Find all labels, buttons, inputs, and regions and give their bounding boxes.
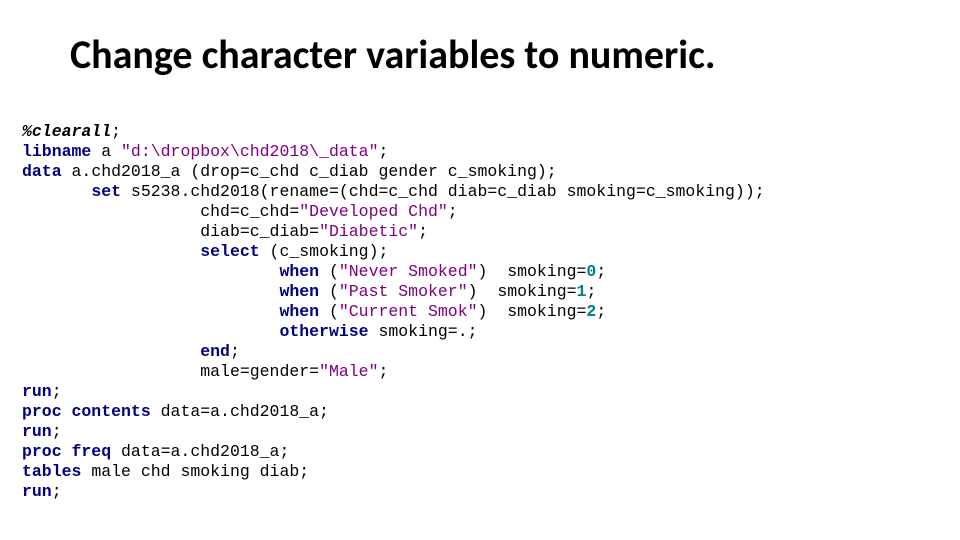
kw-set: set (91, 182, 121, 201)
kw-tables: tables (22, 462, 81, 481)
semi: ; (52, 382, 62, 401)
kw-when: when (279, 262, 319, 281)
when-post: ) smoking= (478, 302, 587, 321)
indent (22, 222, 200, 241)
indent (22, 262, 279, 281)
kw-otherwise: otherwise (279, 322, 368, 341)
male-post: ; (378, 362, 388, 381)
kw-when: when (279, 302, 319, 321)
proc-contents-rest: data=a.chd2018_a; (151, 402, 329, 421)
semi: ; (230, 342, 240, 361)
diab-post: ; (418, 222, 428, 241)
when-end: ; (586, 282, 596, 301)
indent (22, 282, 279, 301)
kw-select: select (200, 242, 259, 261)
chd-pre: chd=c_chd= (200, 202, 299, 221)
indent (22, 242, 200, 261)
diab-str: "Diabetic" (319, 222, 418, 241)
semi: ; (111, 122, 121, 141)
kw-data: data (22, 162, 62, 181)
kw-proc-contents: proc contents (22, 402, 151, 421)
chd-post: ; (448, 202, 458, 221)
semi: ; (52, 482, 62, 501)
libname-rest: a (91, 142, 121, 161)
male-pre: male=gender= (200, 362, 319, 381)
kw-end: end (200, 342, 230, 361)
diab-pre: diab=c_diab= (200, 222, 319, 241)
select-rest: (c_smoking); (260, 242, 389, 261)
when-pre: ( (319, 282, 339, 301)
when-pre: ( (319, 302, 339, 321)
otherwise-rest: smoking=.; (369, 322, 478, 341)
kw-when: when (279, 282, 319, 301)
when-num: 0 (586, 262, 596, 281)
when-num: 2 (586, 302, 596, 321)
semi: ; (378, 142, 388, 161)
data-rest: a.chd2018_a (drop=c_chd c_diab gender c_… (62, 162, 557, 181)
proc-freq-rest: data=a.chd2018_a; (111, 442, 289, 461)
when-num: 1 (577, 282, 587, 301)
when-str: "Current Smok" (339, 302, 478, 321)
indent (22, 302, 279, 321)
when-str: "Past Smoker" (339, 282, 468, 301)
libname-path: "d:\dropbox\chd2018\_data" (121, 142, 378, 161)
kw-run: run (22, 382, 52, 401)
indent (22, 322, 279, 341)
semi: ; (52, 422, 62, 441)
indent (22, 202, 200, 221)
when-post: ) smoking= (478, 262, 587, 281)
kw-proc-freq: proc freq (22, 442, 111, 461)
kw-run: run (22, 482, 52, 501)
tables-rest: male chd smoking diab; (81, 462, 309, 481)
chd-str: "Developed Chd" (299, 202, 448, 221)
code-block: %clearall; libname a "d:\dropbox\chd2018… (22, 122, 940, 502)
male-str: "Male" (319, 362, 378, 381)
when-post: ) smoking= (468, 282, 577, 301)
indent (22, 342, 200, 361)
when-str: "Never Smoked" (339, 262, 478, 281)
slide-title: Change character variables to numeric. (70, 30, 920, 79)
indent (22, 182, 91, 201)
indent (22, 362, 200, 381)
when-end: ; (596, 262, 606, 281)
set-rest: s5238.chd2018(rename=(chd=c_chd diab=c_d… (121, 182, 765, 201)
kw-run: run (22, 422, 52, 441)
when-pre: ( (319, 262, 339, 281)
kw-libname: libname (22, 142, 91, 161)
when-end: ; (596, 302, 606, 321)
macro-call: %clearall (22, 122, 111, 141)
